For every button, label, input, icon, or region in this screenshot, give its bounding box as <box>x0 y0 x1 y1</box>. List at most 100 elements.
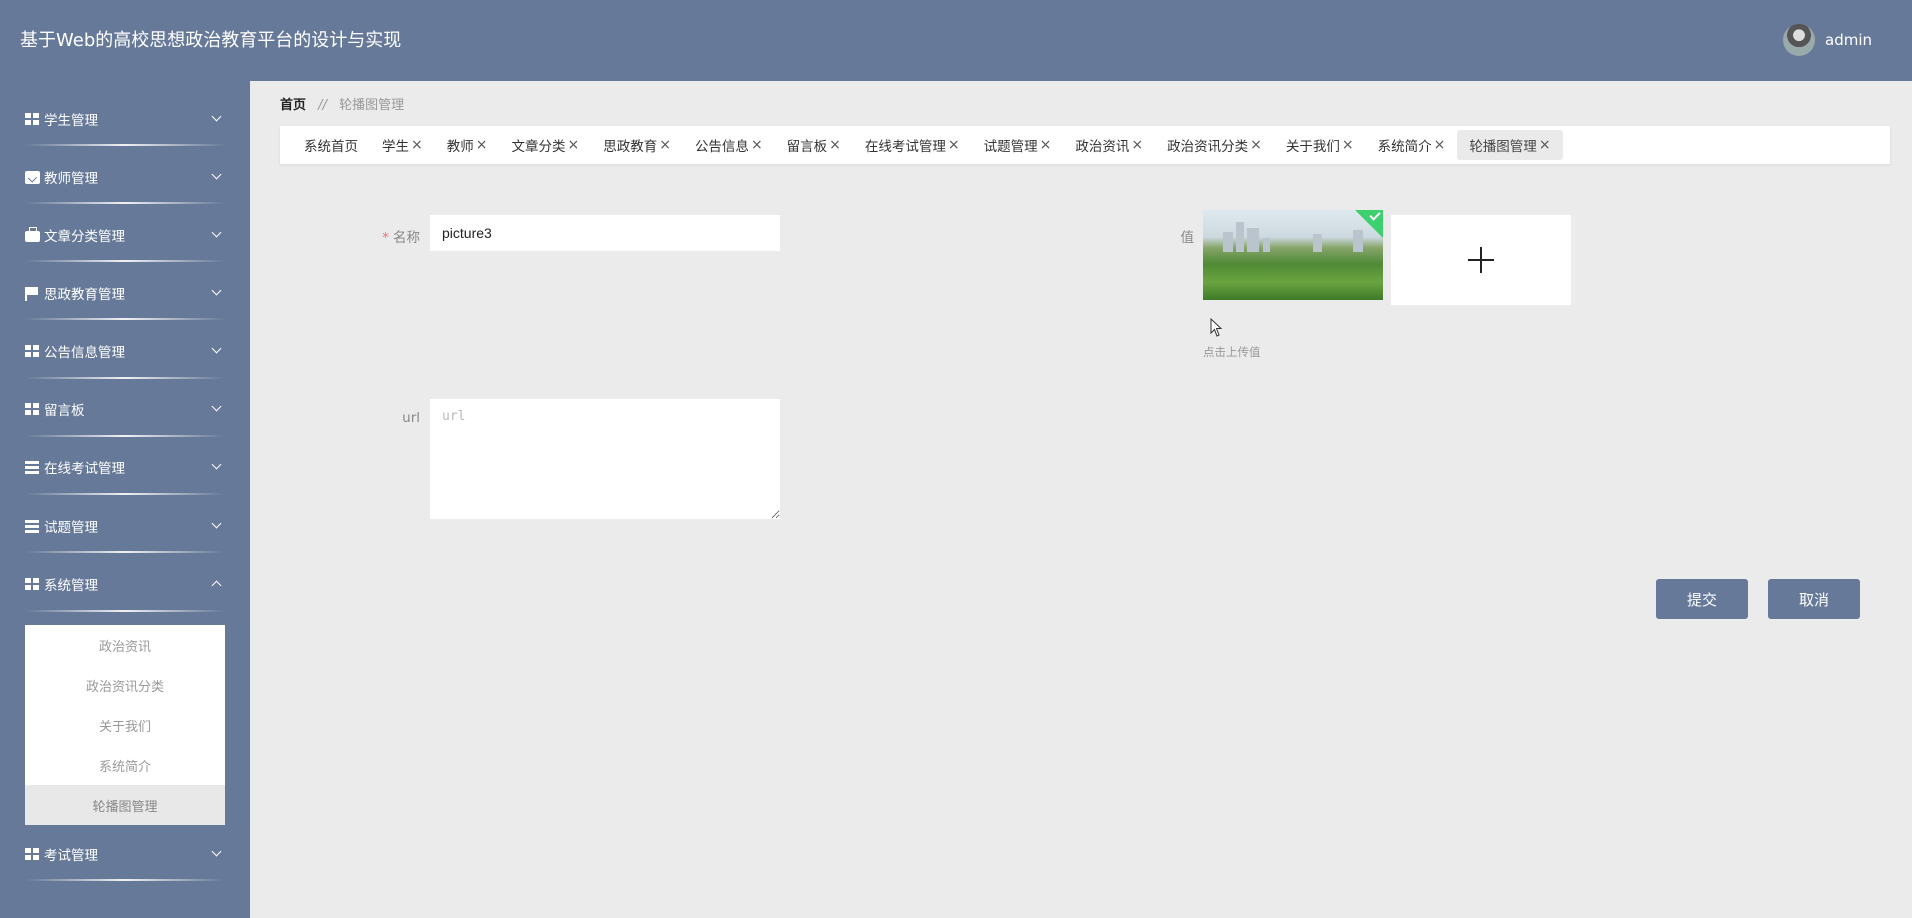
submenu-item-system-intro[interactable]: 系统简介 <box>25 745 225 785</box>
tab-label: 系统简介 <box>1377 139 1432 155</box>
chevron-down-icon <box>209 227 225 243</box>
close-icon[interactable]: × <box>659 137 671 153</box>
chevron-down-icon <box>209 401 225 417</box>
submenu-item-politics-news[interactable]: 政治资讯 <box>25 625 225 665</box>
close-icon[interactable]: × <box>1040 137 1052 153</box>
divider <box>25 377 225 379</box>
tab-label: 关于我们 <box>1285 139 1340 155</box>
value-label: 值 <box>1180 230 1195 246</box>
clipboard-icon <box>25 170 40 184</box>
sidebar-item-teacher[interactable]: 教师管理 <box>25 155 225 199</box>
tab-2[interactable]: 教师 × <box>435 130 500 160</box>
list-icon <box>25 460 40 474</box>
submenu-item-about-us[interactable]: 关于我们 <box>25 705 225 745</box>
close-icon[interactable]: × <box>1342 137 1354 153</box>
sidebar-item-label: 学生管理 <box>44 113 98 129</box>
tab-label: 文章分类 <box>511 139 566 155</box>
grid-icon <box>25 847 40 861</box>
upload-success-check-icon <box>1355 210 1383 238</box>
grid-icon <box>25 112 40 126</box>
upload-tip: 点击上传值 <box>1203 345 1261 359</box>
name-field[interactable] <box>430 215 780 251</box>
tab-10[interactable]: 政治资讯分类 × <box>1155 130 1274 160</box>
tab-5[interactable]: 公告信息 × <box>683 130 775 160</box>
sidebar-item-ideology-education[interactable]: 思政教育管理 <box>25 271 225 315</box>
divider <box>25 435 225 437</box>
tab-11[interactable]: 关于我们 × <box>1274 130 1366 160</box>
tab-label: 教师 <box>446 139 474 155</box>
cancel-button[interactable]: 取消 <box>1768 579 1860 619</box>
tab-label: 学生 <box>382 139 409 155</box>
username[interactable]: admin <box>1825 31 1872 49</box>
tab-12[interactable]: 系统简介 × <box>1366 130 1458 160</box>
sidebar-item-student[interactable]: 学生管理 <box>25 97 225 141</box>
sidebar-item-label: 文章分类管理 <box>44 229 125 245</box>
sidebar-item-label: 试题管理 <box>44 520 98 536</box>
tab-8[interactable]: 试题管理 × <box>972 130 1064 160</box>
close-icon[interactable]: × <box>476 137 488 153</box>
chevron-down-icon <box>209 111 225 127</box>
submit-button[interactable]: 提交 <box>1656 579 1748 619</box>
top-header: 基于Web的高校思想政治教育平台的设计与实现 admin <box>0 0 1912 81</box>
close-icon[interactable]: × <box>751 137 763 153</box>
tab-1[interactable]: 学生 × <box>370 130 435 160</box>
sidebar-item-online-exam[interactable]: 在线考试管理 <box>25 445 225 489</box>
sidebar-item-label: 公告信息管理 <box>44 345 125 361</box>
sidebar-item-exam[interactable]: 考试管理 <box>25 832 225 876</box>
sidebar-item-article-category[interactable]: 文章分类管理 <box>25 213 225 257</box>
sidebar-item-label: 留言板 <box>44 403 85 419</box>
submenu-item-carousel[interactable]: 轮播图管理 <box>25 785 225 825</box>
user-menu[interactable]: admin <box>1783 24 1872 56</box>
breadcrumb-current: 轮播图管理 <box>339 98 405 113</box>
sidebar-item-system[interactable]: 系统管理 <box>25 562 225 606</box>
upload-button[interactable] <box>1391 215 1571 305</box>
close-icon[interactable]: × <box>1250 137 1262 153</box>
divider <box>25 318 225 320</box>
close-icon[interactable]: × <box>948 137 960 153</box>
divider <box>25 610 225 612</box>
tab-label: 试题管理 <box>983 139 1038 155</box>
tab-label: 在线考试管理 <box>864 139 946 155</box>
avatar[interactable] <box>1783 24 1815 56</box>
tab-label: 政治资讯 <box>1075 139 1130 155</box>
tab-3[interactable]: 文章分类 × <box>499 130 591 160</box>
tab-label: 系统首页 <box>304 139 358 155</box>
sidebar-item-questions[interactable]: 试题管理 <box>25 504 225 548</box>
close-icon[interactable]: × <box>567 137 579 153</box>
breadcrumb-separator: // <box>318 98 327 113</box>
close-icon[interactable]: × <box>1131 137 1143 153</box>
tab-label: 政治资讯分类 <box>1167 139 1249 155</box>
submenu-item-politics-news-category[interactable]: 政治资讯分类 <box>25 665 225 705</box>
sidebar-item-label: 教师管理 <box>44 171 98 187</box>
sidebar-item-announcement[interactable]: 公告信息管理 <box>25 329 225 373</box>
list-icon <box>25 519 40 533</box>
close-icon[interactable]: × <box>829 137 841 153</box>
briefcase-icon <box>25 226 40 242</box>
tab-label: 公告信息 <box>694 139 749 155</box>
close-icon[interactable]: × <box>1434 137 1446 153</box>
flag-icon <box>25 286 40 301</box>
sidebar: 学生管理 教师管理 文章分类管理 思政教育管理 公告信息管理 留言板 在线考试管… <box>0 81 250 918</box>
divider <box>25 493 225 495</box>
tab-0[interactable]: 系统首页 <box>292 130 370 160</box>
chevron-down-icon <box>209 343 225 359</box>
close-icon[interactable]: × <box>411 137 423 153</box>
uploaded-image-thumbnail[interactable] <box>1203 210 1383 300</box>
sidebar-item-message-board[interactable]: 留言板 <box>25 387 225 431</box>
divider <box>25 551 225 553</box>
tab-6[interactable]: 留言板 × <box>775 130 853 160</box>
system-submenu: 政治资讯 政治资讯分类 关于我们 系统简介 轮播图管理 <box>25 625 225 825</box>
tab-9[interactable]: 政治资讯 × <box>1063 130 1155 160</box>
tab-label: 思政教育 <box>603 139 658 155</box>
url-field[interactable] <box>430 399 780 519</box>
grid-icon <box>25 577 40 591</box>
sidebar-item-label: 思政教育管理 <box>44 287 125 303</box>
tab-bar: 系统首页 学生 × 教师 × 文章分类 × 思政教育 × 公告信息 × 留言板 × 在线考试管理 × 试题管理… <box>280 126 1890 164</box>
tab-7[interactable]: 在线考试管理 × <box>853 130 972 160</box>
chevron-down-icon <box>209 459 225 475</box>
breadcrumb-home[interactable]: 首页 <box>280 98 306 113</box>
tab-13[interactable]: 轮播图管理 × <box>1457 130 1563 160</box>
close-icon[interactable]: × <box>1539 137 1551 153</box>
tab-4[interactable]: 思政教育 × <box>591 130 683 160</box>
chevron-down-icon <box>209 285 225 301</box>
